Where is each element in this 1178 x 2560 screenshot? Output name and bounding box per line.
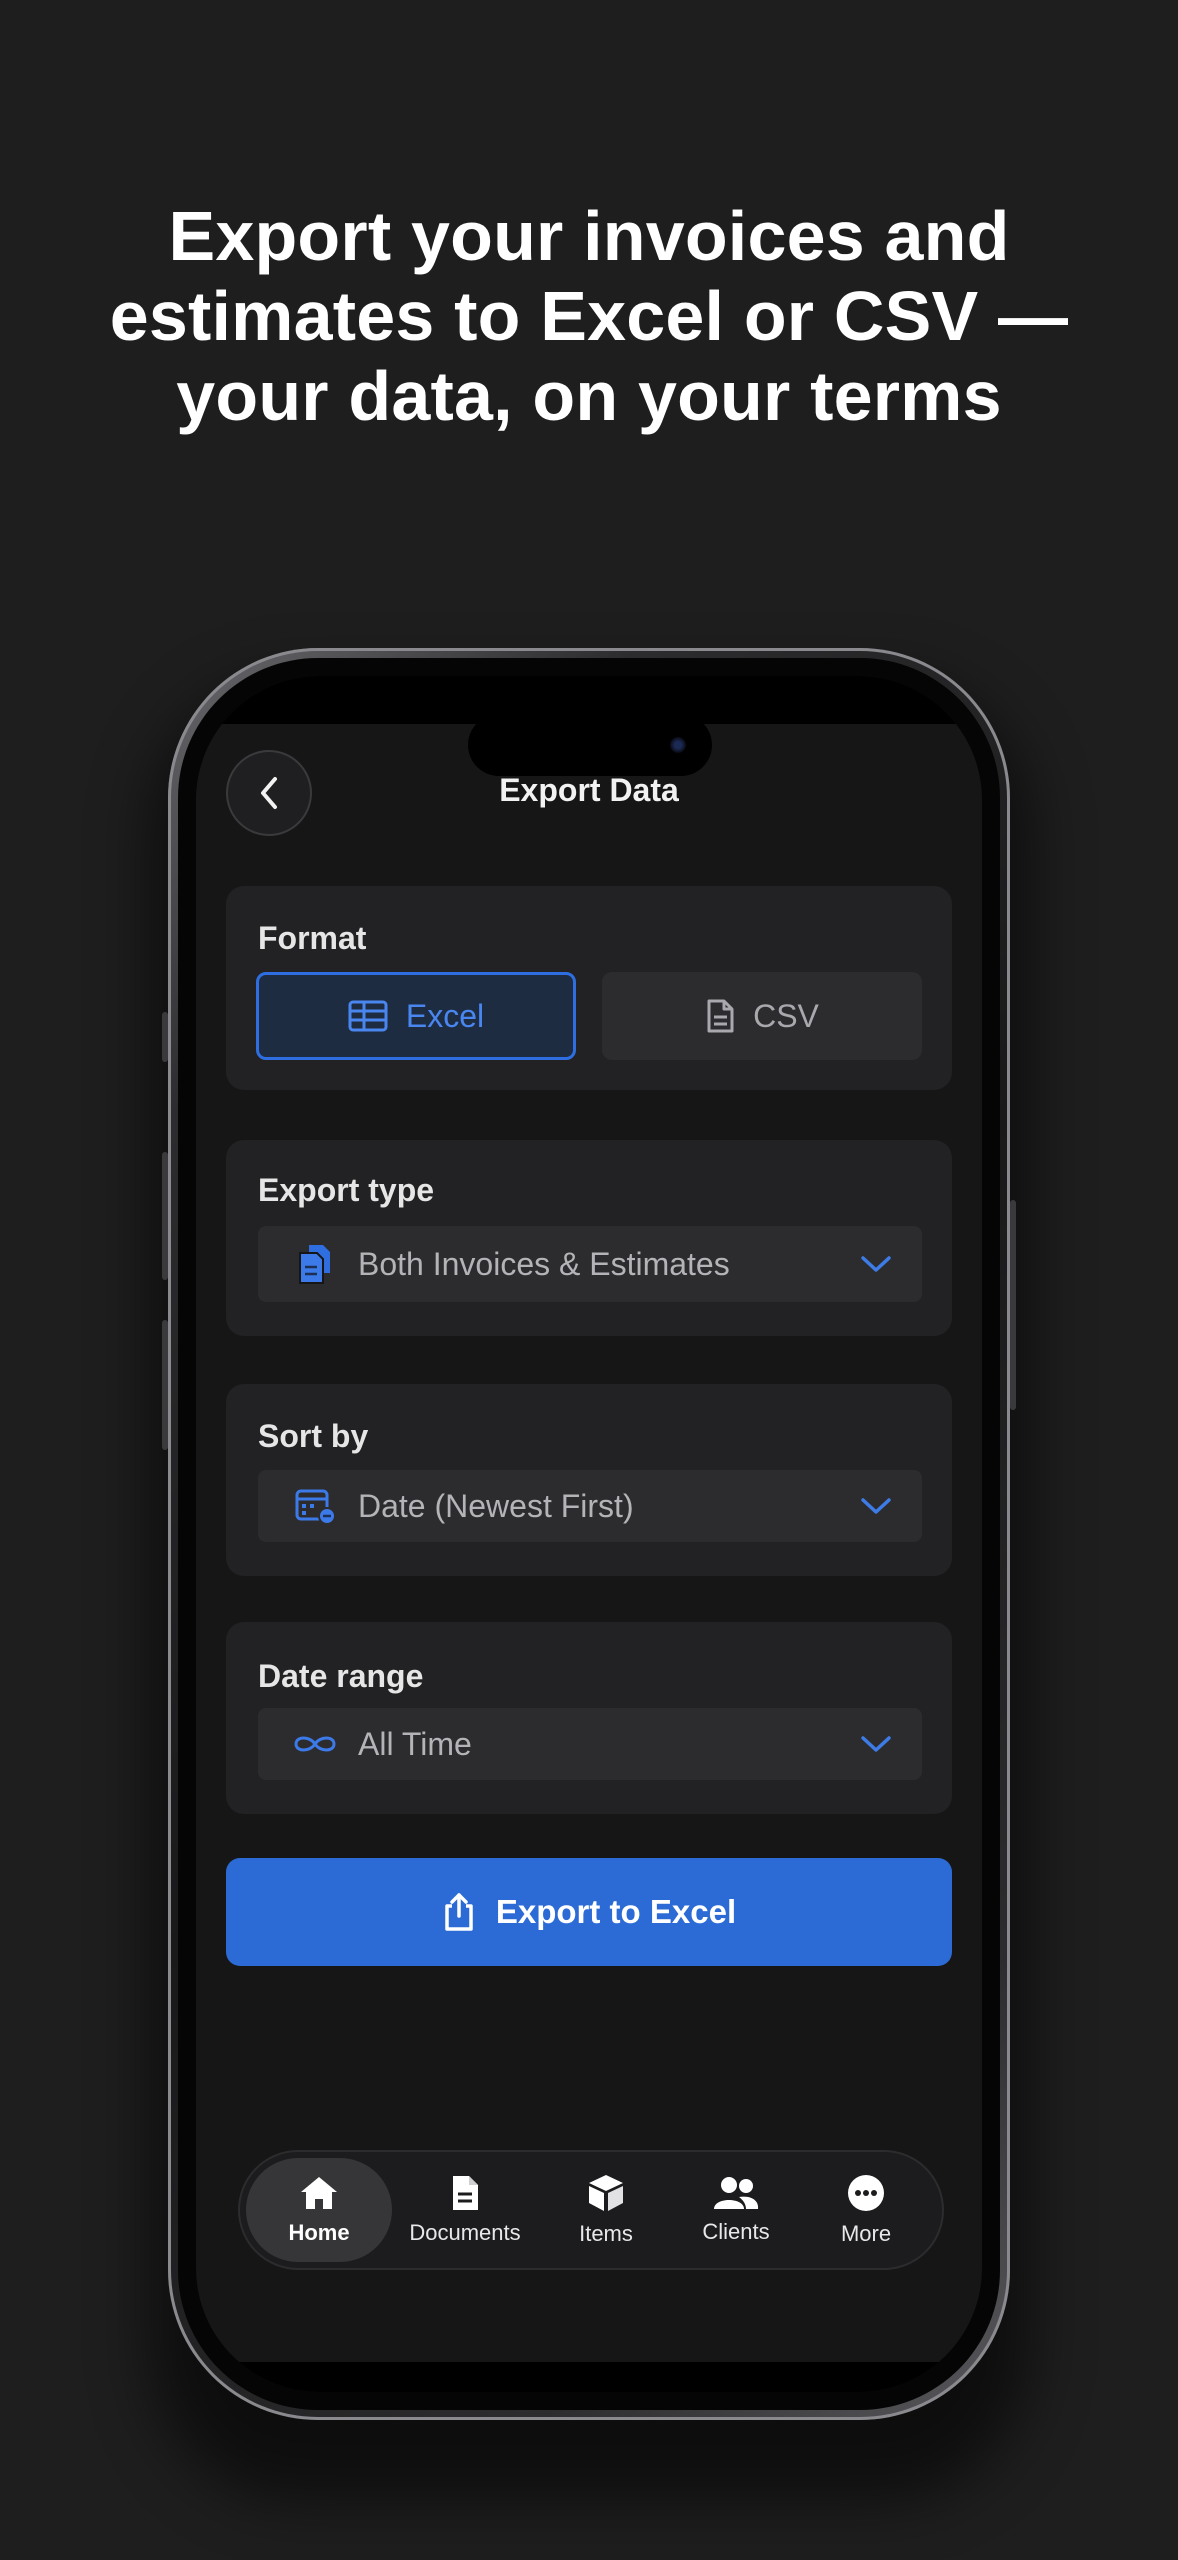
date-range-select[interactable]: All Time — [258, 1708, 922, 1780]
date-range-label: Date range — [258, 1658, 424, 1694]
document-icon — [453, 2176, 478, 2210]
headline-line-2: estimates to Excel or CSV — — [109, 277, 1069, 355]
calendar-icon — [295, 1489, 336, 1525]
side-button-volume-down — [162, 1320, 168, 1450]
sort-by-value: Date (Newest First) — [358, 1487, 634, 1524]
documents-icon — [299, 1245, 330, 1284]
export-type-label: Export type — [258, 1172, 435, 1208]
more-icon — [848, 2175, 884, 2211]
tab-items[interactable]: Items — [546, 2158, 666, 2262]
chevron-down-icon — [861, 1256, 891, 1272]
side-button-power — [1010, 1200, 1016, 1410]
export-button[interactable]: Export to Excel — [226, 1858, 952, 1966]
format-card: Format Excel CSV — [226, 886, 952, 1090]
tab-home-label: Home — [288, 2220, 350, 2245]
tab-more-label: More — [840, 2221, 892, 2246]
sort-by-card: Sort by Date (Newest First) — [226, 1384, 952, 1576]
headline-line-1: Export your invoices and — [168, 197, 1010, 275]
tab-clients[interactable]: Clients — [676, 2158, 796, 2262]
chevron-down-icon — [861, 1498, 891, 1514]
people-icon — [714, 2177, 759, 2209]
tab-documents-label: Documents — [409, 2220, 521, 2245]
share-icon — [445, 1893, 473, 1931]
tab-items-label: Items — [579, 2221, 633, 2246]
export-button-label: Export to Excel — [495, 1893, 737, 1930]
headline-line-3: your data, on your terms — [176, 357, 1002, 435]
sort-by-label: Sort by — [258, 1418, 369, 1454]
export-type-card: Export type Both Invoices & Estimates — [226, 1140, 952, 1336]
side-button-mute — [162, 1012, 168, 1062]
format-label: Format — [258, 920, 367, 956]
home-indicator — [196, 2362, 982, 2392]
phone-screen: Export Data Format Excel CSV Export type — [196, 676, 982, 2392]
camera-icon — [670, 737, 686, 753]
tab-bar: Home Documents Items Clients More — [238, 2150, 944, 2270]
home-icon — [301, 2177, 337, 2209]
format-option-excel[interactable]: Excel — [256, 972, 576, 1060]
date-range-card: Date range All Time — [226, 1622, 952, 1814]
format-option-csv-label: CSV — [753, 997, 819, 1034]
tab-documents[interactable]: Documents — [396, 2158, 534, 2262]
infinity-icon — [294, 1736, 336, 1752]
dynamic-island — [468, 714, 712, 776]
format-option-csv[interactable]: CSV — [602, 972, 922, 1060]
sort-by-select[interactable]: Date (Newest First) — [258, 1470, 922, 1542]
side-button-volume-up — [162, 1152, 168, 1280]
box-icon — [589, 2175, 623, 2211]
chevron-down-icon — [861, 1736, 891, 1752]
tab-more[interactable]: More — [806, 2158, 926, 2262]
tab-clients-label: Clients — [702, 2219, 770, 2244]
page-title: Export Data — [499, 772, 679, 808]
export-type-select[interactable]: Both Invoices & Estimates — [258, 1226, 922, 1302]
tab-home[interactable]: Home — [246, 2158, 392, 2262]
date-range-value: All Time — [358, 1725, 472, 1762]
table-icon — [348, 1000, 388, 1032]
export-type-value: Both Invoices & Estimates — [358, 1245, 730, 1282]
document-icon — [707, 999, 734, 1033]
promo-headline: Export your invoices and estimates to Ex… — [0, 196, 1178, 436]
format-option-excel-label: Excel — [405, 997, 485, 1034]
